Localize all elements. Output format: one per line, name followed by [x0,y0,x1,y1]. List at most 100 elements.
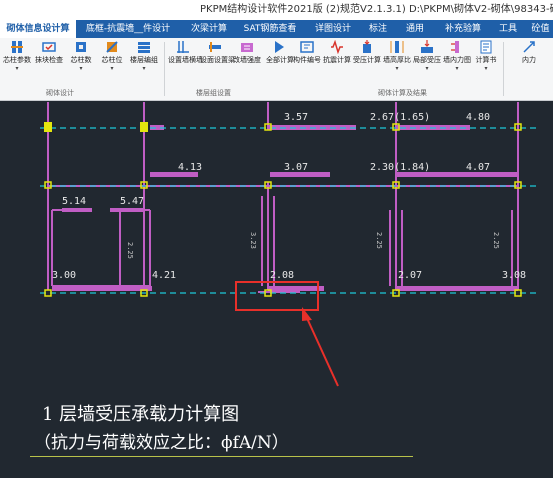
tab-secondary-beam[interactable]: 次梁计算 [184,20,234,38]
block-check-button[interactable]: 抹块检查 [34,40,64,65]
title-bar: PKPM结构设计软件2021版 (2)规范V2.1.3.1) D:\PKPM\砌… [0,0,553,20]
member-number-label: 构件编号 [293,56,321,64]
set-wall-button[interactable]: 设置墙横墙 [168,40,203,65]
report-label: 计算书 [475,56,497,64]
value-label: 4.80 [466,112,490,123]
column-params-icon [11,41,23,53]
value-label: 2.30(1.84) [370,162,430,173]
column-count-label: 芯柱数 [70,56,92,64]
chevron-down-icon: ▾ [395,65,399,72]
column-params-button[interactable]: 芯柱参数 ▾ [2,40,32,73]
ribbon-separator [503,42,504,96]
beam-set-icon [209,42,221,52]
block-check-label: 抹块检查 [35,56,63,64]
beam-set-label: 设面设置梁 [200,56,235,64]
chevron-down-icon: ▾ [455,65,459,72]
wall-force-button[interactable]: 墙内力图 ▾ [442,40,472,73]
value-labels: 3.57 2.67(1.65) 4.80 4.13 3.07 2.30(1.84… [52,112,526,281]
side-labels: 2.25 3.23 2.25 2.25 [126,232,500,259]
seismic-calc-label: 抗震计算 [323,56,351,64]
column-solid [44,122,52,132]
value-label: 3.07 [284,162,308,173]
compression-calc-button[interactable]: 受压计算 [352,40,382,65]
tab-concrete[interactable]: 砼值 [528,20,553,38]
local-compression-icon [421,40,433,53]
value-label: 4.21 [152,270,176,281]
side-label: 3.23 [249,232,257,249]
tab-supplementary-check[interactable]: 补充验算 [440,20,486,38]
window-title: PKPM结构设计软件2021版 (2)规范V2.1.3.1) D:\PKPM\砌… [200,4,553,15]
member-number-button[interactable]: 构件编号 [292,40,322,65]
compression-calc-label: 受压计算 [353,56,381,64]
column-position-label: 芯柱位 [101,56,123,64]
chevron-down-icon: ▾ [110,65,114,72]
report-icon [480,40,492,54]
value-label: 5.14 [62,196,86,207]
value-label: 2.07 [398,270,422,281]
set-wall-label: 设置墙横墙 [168,56,203,64]
block-check-icon [42,42,56,52]
column-count-icon [76,42,86,52]
chevron-down-icon: ▾ [142,65,146,72]
column-position-button[interactable]: 芯柱位 ▾ [98,40,126,73]
play-icon [275,41,284,53]
value-label: 4.13 [178,162,202,173]
floor-group-button[interactable]: 楼层编组 ▾ [128,40,160,73]
floor-group-icon [138,42,150,53]
wall-force-icon [451,41,459,53]
tab-tools[interactable]: 工具 [494,20,522,38]
value-label: 2.08 [270,270,294,281]
drawing-caption-subtitle: （抗力与荷载效应之比：ϕfA/N） [34,433,289,453]
ribbon-toolbar: 芯柱参数 ▾ 抹块检查 芯柱数 ▾ 芯柱位 ▾ 楼层编组 ▾ 设置墙横墙 设面设… [0,38,553,101]
report-button[interactable]: 计算书 ▾ [472,40,500,73]
side-label: 2.25 [126,242,134,259]
callout-arrow-line [305,315,339,387]
tab-general[interactable]: 通用 [400,20,430,38]
run-all-label: 全部计算 [266,56,294,64]
wall-lines [47,102,519,293]
tab-sat-rebar[interactable]: SAT钢筋查看 [240,20,300,38]
force-label: 内力 [522,56,536,64]
column-solid [140,122,148,132]
value-label: 4.07 [466,162,490,173]
group-label-floor-group: 楼层组设置 [196,89,231,97]
value-label: 3.00 [52,270,76,281]
value-label: 5.47 [120,196,144,207]
run-all-button[interactable]: 全部计算 [266,40,294,65]
side-label: 2.25 [375,232,383,249]
value-label: 2.67(1.65) [370,112,430,123]
column-count-button[interactable]: 芯柱数 ▾ [66,40,96,73]
ribbon-tab-bar: 砌体信息设计算 底框-抗震墙__件设计 次梁计算 SAT钢筋查看 详图设计 标注… [0,20,553,38]
column-params-label: 芯柱参数 [3,56,31,64]
chevron-down-icon: ▾ [484,65,488,72]
local-compression-button[interactable]: 局部受压 ▾ [412,40,442,73]
tab-masonry-info[interactable]: 砌体信息设计算 [0,20,76,38]
force-icon [523,41,535,53]
local-compression-label: 局部受压 [413,56,441,64]
chevron-down-icon: ▾ [15,65,19,72]
tab-base-frame[interactable]: 底框-抗震墙__件设计 [80,20,176,38]
ribbon-separator [164,42,165,96]
chevron-down-icon: ▾ [79,65,83,72]
height-ratio-button[interactable]: 墙高厚比 ▾ [382,40,412,73]
tab-detail-design[interactable]: 详图设计 [310,20,356,38]
value-label: 3.57 [284,112,308,123]
tab-annotation[interactable]: 标注 [364,20,392,38]
column-position-icon [106,41,118,53]
wall-force-label: 墙内力图 [443,56,471,64]
force-button[interactable]: 内力 [506,40,552,65]
height-ratio-icon [390,41,404,53]
drawing-caption-title: 1 层墙受压承载力计算图 [42,404,240,425]
floor-group-label: 楼层编组 [130,56,158,64]
beam-bars [52,125,518,291]
member-number-icon [300,41,314,53]
seismic-calc-button[interactable]: 抗震计算 [322,40,352,65]
value-label: 3.08 [502,270,526,281]
compression-calc-icon [363,40,371,53]
seismic-calc-icon [331,40,343,54]
group-label-calc-results: 砌体计算及结果 [378,89,427,97]
beam-set-button[interactable]: 设面设置梁 [200,40,235,65]
chevron-down-icon: ▾ [425,65,429,72]
wall-strength-button[interactable]: 改墙强度 [232,40,262,65]
wall-strength-icon [241,43,253,52]
